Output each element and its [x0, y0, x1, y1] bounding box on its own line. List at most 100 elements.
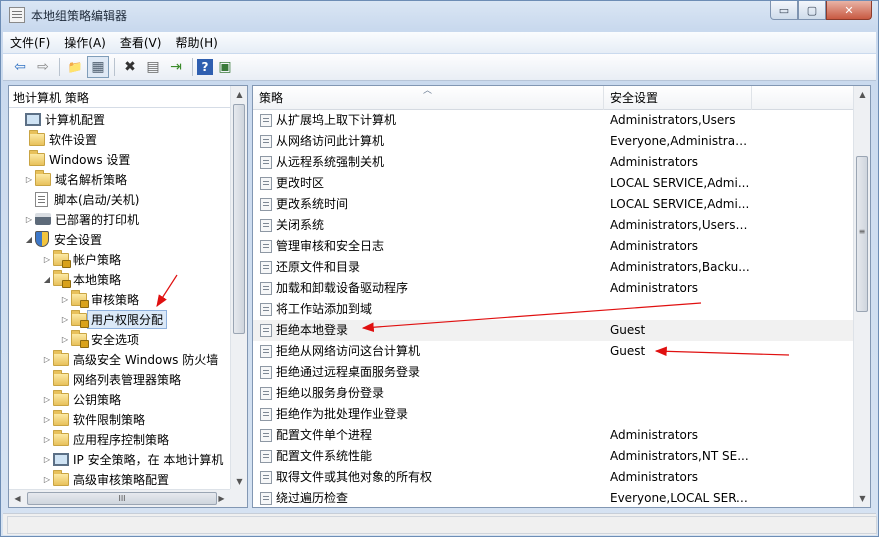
- policy-row[interactable]: 拒绝从网络访问这台计算机 Guest: [253, 341, 853, 362]
- folder-icon: [29, 149, 45, 166]
- scroll-up-icon[interactable]: ▲: [854, 86, 871, 103]
- help-icon[interactable]: ?: [197, 59, 213, 75]
- policy-name: 还原文件和目录: [276, 260, 361, 274]
- tree-item[interactable]: ▷ 软件限制策略: [41, 409, 145, 429]
- maximize-button[interactable]: ▢: [798, 1, 826, 20]
- tree-item[interactable]: 计算机配置: [13, 109, 105, 129]
- column-security-setting[interactable]: 安全设置: [604, 86, 752, 110]
- up-folder-icon[interactable]: 📁: [64, 56, 86, 78]
- policy-name: 从扩展坞上取下计算机: [276, 113, 397, 127]
- tree-item[interactable]: ▷ 高级安全 Windows 防火墙: [41, 349, 218, 369]
- policy-icon: [260, 345, 272, 358]
- policy-row[interactable]: 拒绝本地登录 Guest: [253, 320, 853, 341]
- mmc-icon[interactable]: ▣: [214, 56, 236, 78]
- policy-row[interactable]: 拒绝通过远程桌面服务登录: [253, 362, 853, 383]
- policy-row[interactable]: 拒绝作为批处理作业登录: [253, 404, 853, 425]
- properties-icon[interactable]: ▤: [142, 56, 164, 78]
- collapsed-triangle-icon[interactable]: ▷: [59, 335, 71, 344]
- menu-help[interactable]: 帮助(H): [168, 34, 224, 51]
- policy-setting: Guest: [610, 344, 646, 358]
- collapsed-triangle-icon[interactable]: ▷: [23, 175, 35, 184]
- tree-item[interactable]: 脚本(启动/关机): [23, 189, 139, 209]
- policy-row[interactable]: 拒绝以服务身份登录: [253, 383, 853, 404]
- tree-item[interactable]: ▷ 域名解析策略: [23, 169, 127, 189]
- expanded-triangle-icon[interactable]: ◢: [23, 235, 35, 244]
- tree-item-label: Windows 设置: [49, 152, 131, 167]
- tree-horizontal-scrollbar[interactable]: ◀ III ▶: [9, 489, 230, 507]
- policy-icon: [260, 408, 272, 421]
- tree-item[interactable]: ▷ 安全选项: [59, 329, 139, 349]
- close-button[interactable]: ✕: [826, 1, 872, 20]
- menu-view[interactable]: 查看(V): [113, 34, 169, 51]
- policy-icon: [260, 135, 272, 148]
- policy-setting: Administrators,NT SE...: [610, 449, 749, 463]
- policy-row[interactable]: 更改时区 LOCAL SERVICE,Admi...: [253, 173, 853, 194]
- collapsed-triangle-icon[interactable]: ▷: [59, 315, 71, 324]
- export-icon[interactable]: ⇥: [165, 56, 187, 78]
- tree-item[interactable]: 软件设置: [17, 129, 97, 149]
- policy-row[interactable]: 取得文件或其他对象的所有权 Administrators: [253, 467, 853, 488]
- tree-item[interactable]: ▷ 帐户策略: [41, 249, 121, 269]
- policy-row[interactable]: 配置文件系统性能 Administrators,NT SE...: [253, 446, 853, 467]
- forward-arrow-icon[interactable]: ⇨: [32, 56, 54, 78]
- policy-row[interactable]: 从远程系统强制关机 Administrators: [253, 152, 853, 173]
- collapsed-triangle-icon[interactable]: ▷: [41, 355, 53, 364]
- scroll-thumb[interactable]: [233, 104, 245, 334]
- back-arrow-icon[interactable]: ⇦: [9, 56, 31, 78]
- app-icon: [9, 7, 25, 23]
- policy-row[interactable]: 从网络访问此计算机 Everyone,Administrat...: [253, 131, 853, 152]
- folder-icon: [53, 389, 69, 406]
- tree-item[interactable]: Windows 设置: [17, 149, 130, 169]
- policy-setting: LOCAL SERVICE,Admi...: [610, 197, 750, 211]
- delete-icon[interactable]: ✖: [119, 56, 141, 78]
- policy-row[interactable]: 还原文件和目录 Administrators,Backu...: [253, 257, 853, 278]
- collapsed-triangle-icon[interactable]: ▷: [59, 295, 71, 304]
- tree-item-label: 安全设置: [54, 232, 103, 247]
- tree-item[interactable]: ▷ 高级审核策略配置: [41, 469, 169, 489]
- tree-item[interactable]: ▷ 审核策略: [59, 289, 139, 309]
- scroll-right-icon[interactable]: ▶: [213, 490, 230, 507]
- collapsed-triangle-icon[interactable]: ▷: [41, 415, 53, 424]
- collapsed-triangle-icon[interactable]: ▷: [23, 215, 35, 224]
- collapsed-triangle-icon[interactable]: ▷: [41, 255, 53, 264]
- tree-vertical-scrollbar[interactable]: ▲ ▼: [230, 86, 247, 490]
- scroll-left-icon[interactable]: ◀: [9, 490, 26, 507]
- show-tree-icon[interactable]: ▦: [87, 56, 109, 78]
- policy-row[interactable]: 配置文件单个进程 Administrators: [253, 425, 853, 446]
- menu-action[interactable]: 操作(A): [57, 34, 113, 51]
- scroll-down-icon[interactable]: ▼: [231, 473, 248, 490]
- policy-name: 取得文件或其他对象的所有权: [276, 470, 433, 484]
- policy-row[interactable]: 加载和卸载设备驱动程序 Administrators: [253, 278, 853, 299]
- policy-row[interactable]: 从扩展坞上取下计算机 Administrators,Users: [253, 110, 853, 131]
- tree-item[interactable]: ▷ IP 安全策略，在 本地计算机: [41, 449, 223, 469]
- policy-row[interactable]: 管理审核和安全日志 Administrators: [253, 236, 853, 257]
- computer-icon: [53, 452, 69, 466]
- scroll-thumb-horizontal[interactable]: III: [27, 492, 217, 505]
- list-vertical-scrollbar[interactable]: ▲ ≡ ▼: [853, 86, 870, 507]
- tree-item[interactable]: ◢ 安全设置: [23, 229, 102, 249]
- tree-item[interactable]: ◢ 本地策略: [41, 269, 121, 289]
- scroll-down-icon[interactable]: ▼: [854, 490, 871, 507]
- policy-row[interactable]: 将工作站添加到域: [253, 299, 853, 320]
- menu-file[interactable]: 文件(F): [3, 34, 57, 51]
- policy-row[interactable]: 更改系统时间 LOCAL SERVICE,Admi...: [253, 194, 853, 215]
- column-policy[interactable]: 策略 ︿: [253, 86, 604, 110]
- policy-row[interactable]: 绕过遍历检查 Everyone,LOCAL SERV...: [253, 488, 853, 509]
- tree-item[interactable]: ▷ 用户权限分配: [59, 309, 168, 329]
- collapsed-triangle-icon[interactable]: ▷: [41, 455, 53, 464]
- scroll-up-icon[interactable]: ▲: [231, 86, 248, 103]
- expanded-triangle-icon[interactable]: ◢: [41, 275, 53, 284]
- policy-name: 配置文件单个进程: [276, 428, 373, 442]
- tree-item[interactable]: ▷ 应用程序控制策略: [41, 429, 169, 449]
- tree-item[interactable]: 网络列表管理器策略: [41, 369, 181, 389]
- collapsed-triangle-icon[interactable]: ▷: [41, 475, 53, 484]
- tree-item[interactable]: ▷ 已部署的打印机: [23, 209, 139, 229]
- policy-setting: Administrators,Users,...: [610, 218, 750, 232]
- minimize-button[interactable]: ▭: [770, 1, 798, 20]
- scroll-thumb[interactable]: ≡: [856, 156, 868, 312]
- collapsed-triangle-icon[interactable]: ▷: [41, 435, 53, 444]
- policy-row[interactable]: 关闭系统 Administrators,Users,...: [253, 215, 853, 236]
- tree-item[interactable]: ▷ 公钥策略: [41, 389, 121, 409]
- policy-icon: [260, 492, 272, 505]
- collapsed-triangle-icon[interactable]: ▷: [41, 395, 53, 404]
